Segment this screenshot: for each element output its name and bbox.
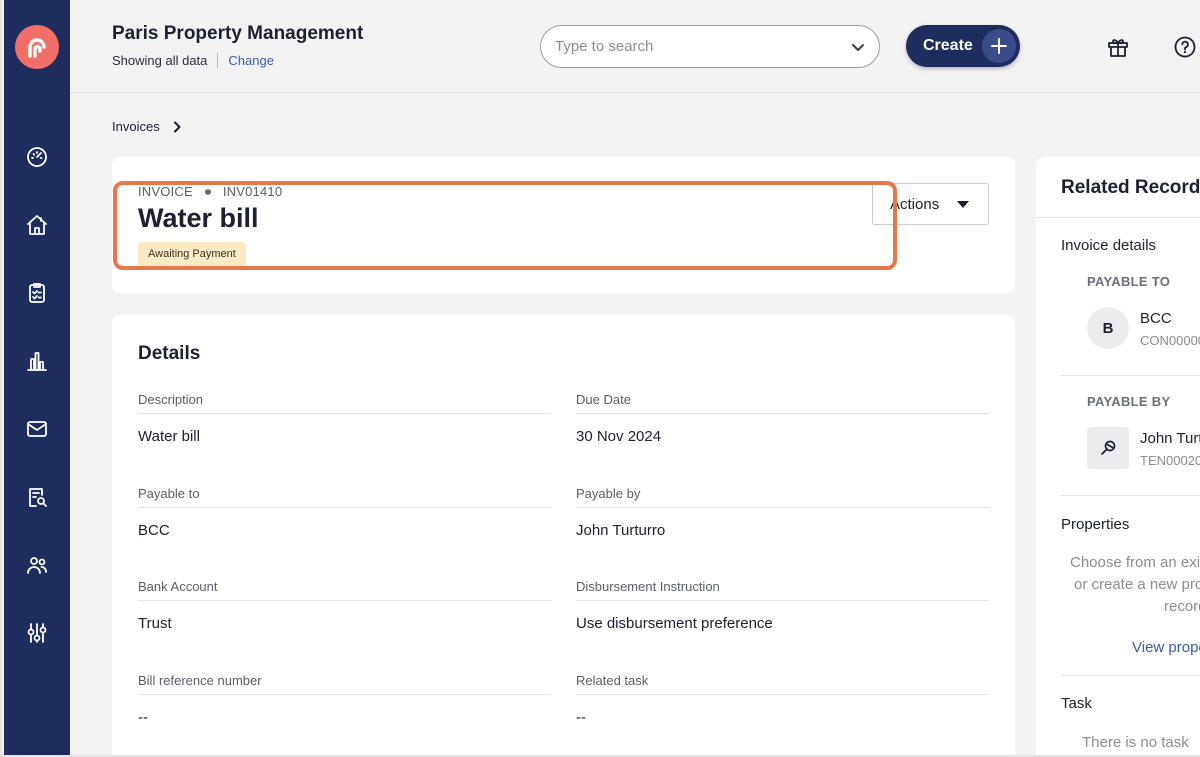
avatar: B — [1087, 307, 1129, 349]
divider — [217, 53, 219, 68]
properties-empty-text-2: or create a new property — [1074, 576, 1200, 593]
nav-tasks[interactable] — [23, 279, 51, 307]
invoice-meta: INVOICE INV01410 — [138, 184, 282, 199]
status-badge: Awaiting Payment — [138, 242, 246, 266]
payable-to-code: CON00000 — [1140, 333, 1200, 348]
invoice-type: INVOICE — [138, 184, 193, 199]
org-scope: Showing all data Change — [112, 53, 274, 68]
plus-icon — [982, 29, 1016, 63]
logo-mark-icon — [28, 38, 46, 58]
field-value: 30 Nov 2024 — [576, 428, 662, 445]
app-logo[interactable] — [15, 25, 59, 69]
nav-messages[interactable] — [23, 415, 51, 443]
field-value: -- — [138, 709, 148, 726]
properties-heading: Properties — [1061, 516, 1130, 533]
nav-reports[interactable] — [23, 347, 51, 375]
nav-dashboard[interactable] — [23, 143, 51, 171]
related-records-title: Related Records — [1061, 177, 1200, 198]
field-label: Payable to — [138, 486, 551, 508]
details-title: Details — [138, 343, 201, 364]
gift-icon[interactable] — [1106, 35, 1130, 59]
field-payable-to: Payable to BCC — [138, 486, 551, 539]
payable-to-name[interactable]: BCC — [1140, 310, 1172, 327]
task-empty-text: There is no task — [1082, 734, 1189, 751]
search-box[interactable] — [540, 25, 880, 68]
field-value: Trust — [138, 615, 172, 632]
view-properties-link[interactable]: View properties — [1132, 639, 1200, 656]
search-input[interactable] — [555, 38, 851, 55]
field-label: Description — [138, 392, 551, 414]
field-description: Description Water bill — [138, 392, 551, 445]
invoice-header-card: INVOICE INV01410 Water bill Awaiting Pay… — [112, 157, 1015, 293]
field-related-task: Related task -- — [576, 673, 989, 726]
change-link[interactable]: Change — [228, 53, 274, 68]
divider — [1061, 675, 1200, 676]
actions-button[interactable]: Actions — [872, 183, 989, 225]
field-value: Use disbursement preference — [576, 615, 773, 632]
field-label: Disbursement Instruction — [576, 579, 989, 601]
divider — [1036, 217, 1200, 218]
invoice-number: INV01410 — [222, 184, 283, 199]
properties-empty-text-3: record — [1164, 598, 1200, 615]
invoice-title: Water bill — [138, 203, 259, 233]
divider — [1061, 375, 1200, 376]
tenant-avatar — [1087, 427, 1129, 469]
divider — [1061, 495, 1200, 496]
field-label: Bill reference number — [138, 673, 551, 695]
people-icon — [27, 557, 47, 574]
chevron-down-icon[interactable] — [851, 40, 865, 54]
chevron-right-icon — [173, 121, 181, 132]
details-card: Details Description Water bill Due Date … — [112, 315, 1015, 755]
invoice-details-heading: Invoice details — [1061, 237, 1157, 254]
tenant-icon — [1101, 440, 1116, 455]
field-label: Related task — [576, 673, 989, 695]
field-label: Payable by — [576, 486, 989, 508]
field-label: Due Date — [576, 392, 989, 414]
separator-dot — [204, 188, 211, 195]
related-records-panel: Related Records Invoice details PAYABLE … — [1036, 157, 1200, 755]
clipboard-icon — [29, 283, 45, 303]
field-value: BCC — [138, 522, 170, 539]
field-value: Water bill — [138, 428, 200, 445]
help-icon[interactable] — [1173, 35, 1197, 59]
breadcrumb-invoices[interactable]: Invoices — [112, 119, 160, 134]
field-value: -- — [576, 709, 586, 726]
create-button[interactable]: Create — [906, 25, 1020, 67]
showing-text: Showing all data — [112, 53, 208, 68]
nav-settings[interactable] — [23, 619, 51, 647]
breadcrumb: Invoices — [112, 119, 182, 134]
payable-by-code: TEN00020 — [1140, 453, 1200, 468]
org-name: Paris Property Management — [112, 23, 364, 44]
nav-properties[interactable] — [23, 211, 51, 239]
payable-by-name[interactable]: John Turturro — [1140, 430, 1200, 447]
report-search-icon — [29, 488, 47, 507]
create-label: Create — [923, 37, 973, 54]
field-bill-reference: Bill reference number -- — [138, 673, 551, 726]
caret-down-icon — [957, 201, 969, 208]
dashboard-icon — [27, 147, 47, 167]
building-icon — [27, 352, 47, 371]
payable-to-label: PAYABLE TO — [1087, 274, 1171, 289]
field-due-date: Due Date 30 Nov 2024 — [576, 392, 989, 445]
payable-by-label: PAYABLE BY — [1087, 394, 1171, 409]
nav-search-records[interactable] — [23, 483, 51, 511]
sidebar — [4, 0, 70, 755]
actions-label: Actions — [890, 195, 940, 213]
field-value: John Turturro — [576, 522, 666, 539]
field-bank-account: Bank Account Trust — [138, 579, 551, 632]
field-disbursement-instruction: Disbursement Instruction Use disbursemen… — [576, 579, 989, 632]
properties-empty-text-1: Choose from an existing — [1070, 554, 1200, 571]
nav-contacts[interactable] — [23, 551, 51, 579]
app-window: Paris Property Management Showing all da… — [0, 0, 1200, 757]
settings-sliders-icon — [27, 623, 47, 643]
mail-icon — [27, 421, 47, 437]
field-payable-by: Payable by John Turturro — [576, 486, 989, 539]
field-label: Bank Account — [138, 579, 551, 601]
home-icon — [27, 215, 47, 235]
top-header: Paris Property Management Showing all da… — [70, 0, 1200, 93]
task-heading: Task — [1061, 695, 1092, 712]
